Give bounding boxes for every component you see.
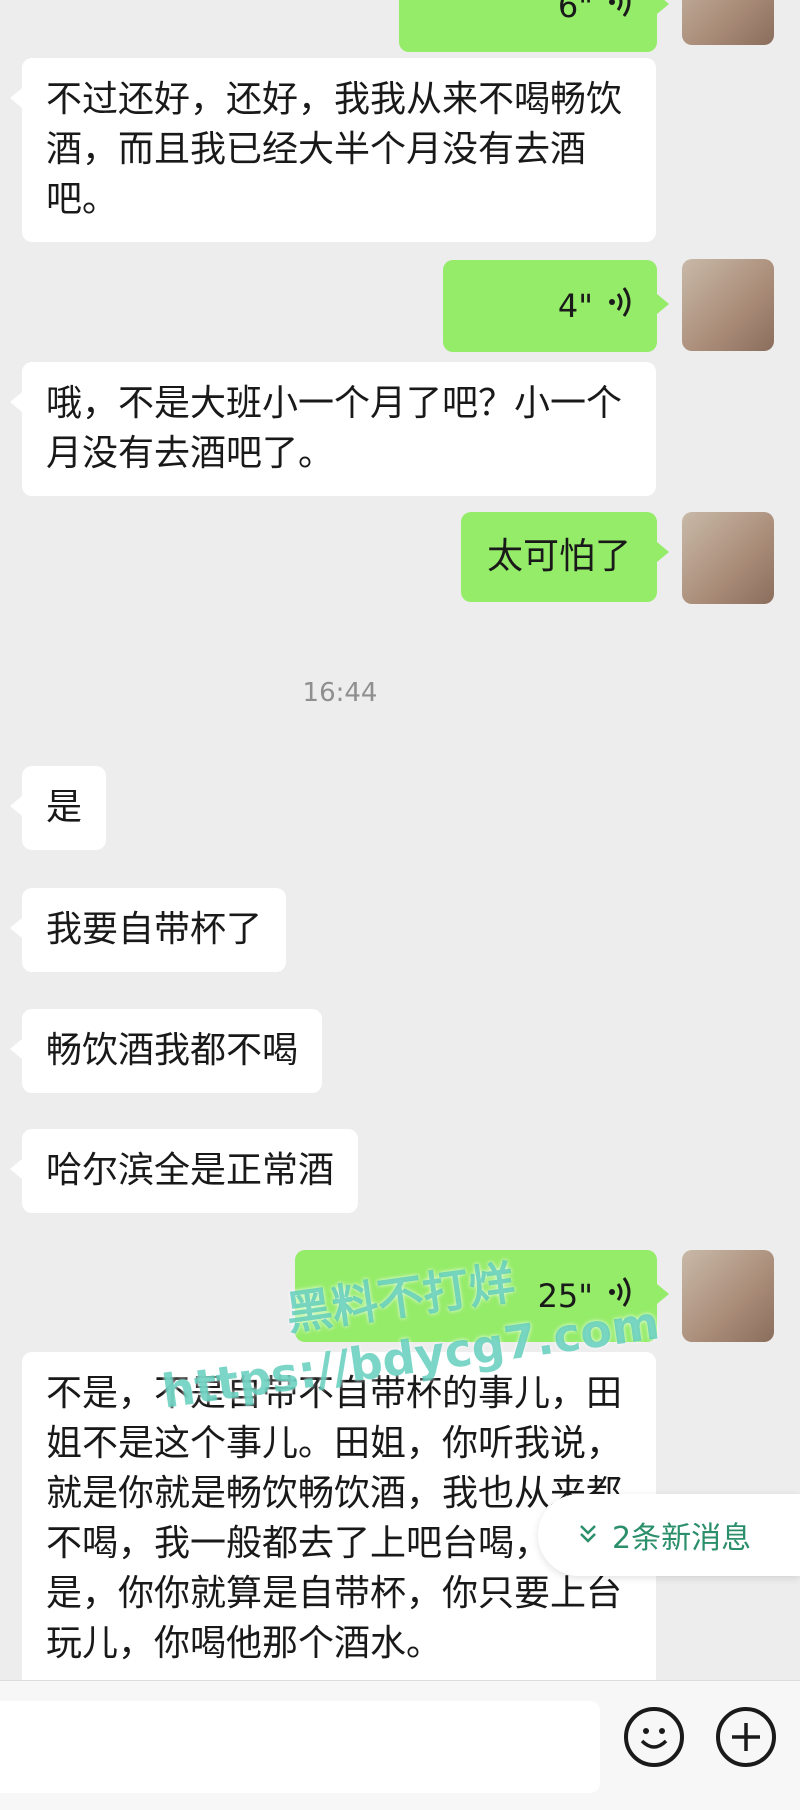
message-bubble[interactable]: 是 [9, 766, 107, 850]
message-text: 是 [46, 787, 83, 828]
message-bubble[interactable]: 太可怕了 [460, 512, 670, 602]
message-bubble[interactable]: 哈尔滨全是正常酒 [9, 1129, 359, 1213]
timestamp: 16:44 [302, 678, 378, 708]
voice-duration: 4" [557, 287, 593, 325]
emoji-icon[interactable] [624, 1707, 684, 1767]
message-text: 哦，不是大班小一个月了吧？小一个月没有去酒吧了。 [46, 383, 623, 474]
message-input[interactable] [0, 1701, 600, 1793]
avatar[interactable] [682, 512, 774, 604]
voice-wave-icon [607, 285, 633, 327]
avatar[interactable] [682, 0, 774, 45]
message-text: 不过还好，还好，我我从来不喝畅饮酒，而且我已经大半个月没有去酒吧。 [46, 79, 623, 220]
voice-message-top[interactable]: 6" [399, 0, 669, 52]
message-text: 我要自带杯了 [46, 909, 263, 950]
message-bubble[interactable]: 畅饮酒我都不喝 [9, 1009, 323, 1093]
message-bubble[interactable]: 不过还好，还好，我我从来不喝畅饮酒，而且我已经大半个月没有去酒吧。 [10, 58, 656, 242]
voice-wave-icon [607, 0, 633, 27]
message-text: 畅饮酒我都不喝 [46, 1030, 299, 1071]
voice-duration: 6" [557, 0, 593, 25]
new-messages-label: 2条新消息 [612, 1521, 752, 1556]
new-messages-button[interactable]: 2条新消息 [538, 1494, 800, 1576]
avatar[interactable] [682, 259, 774, 351]
input-bar [0, 1680, 800, 1810]
avatar[interactable] [682, 1250, 774, 1342]
plus-icon[interactable] [716, 1707, 776, 1767]
message-bubble[interactable]: 我要自带杯了 [9, 888, 287, 972]
message-text: 哈尔滨全是正常酒 [46, 1150, 335, 1191]
message-text: 不是，不是自带不自带杯的事儿，田姐不是这个事儿。田姐，你听我说，就是你就是畅饮畅… [46, 1373, 623, 1664]
message-bubble[interactable]: 哦，不是大班小一个月了吧？小一个月没有去酒吧了。 [10, 362, 656, 496]
voice-message[interactable]: 4" [443, 260, 669, 352]
message-text: 太可怕了 [486, 536, 631, 577]
double-chevron-down-icon [578, 1518, 598, 1553]
